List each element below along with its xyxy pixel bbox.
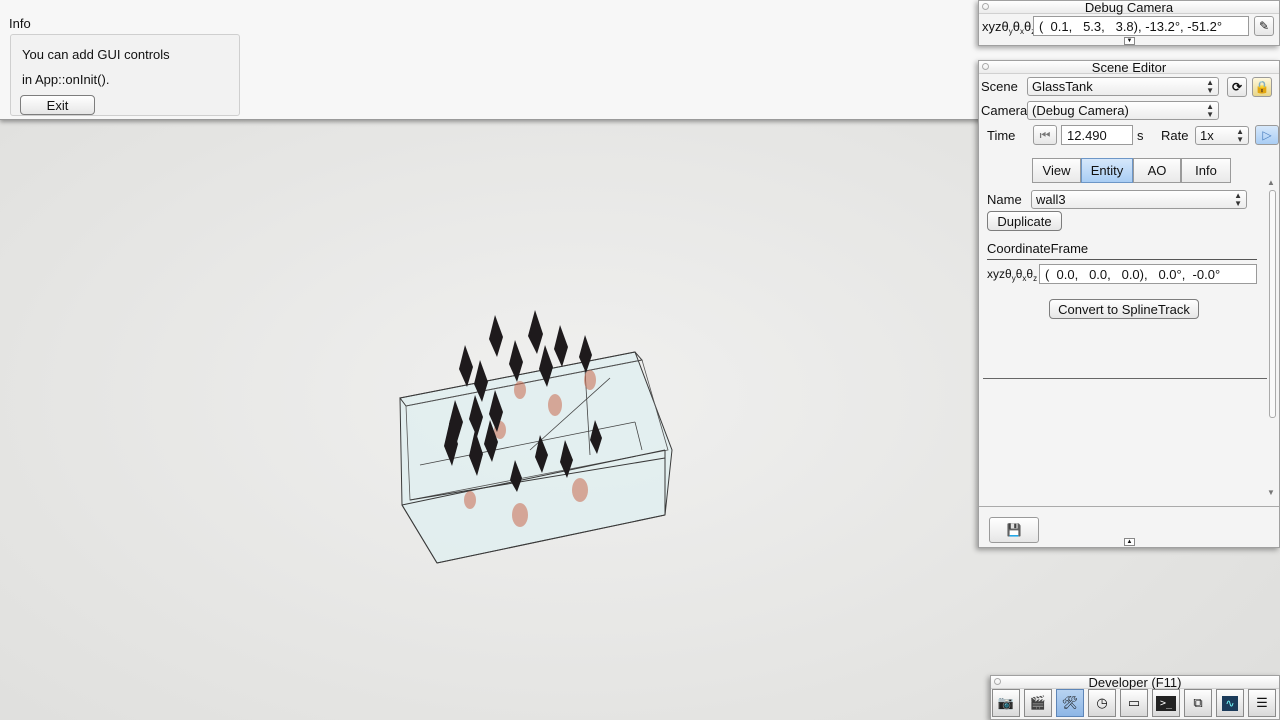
clapperboard-icon[interactable]: 🎬 bbox=[1024, 689, 1052, 717]
info-text-line1: You can add GUI controls bbox=[22, 47, 170, 62]
close-icon[interactable] bbox=[994, 678, 1001, 685]
scene-label: Scene bbox=[981, 79, 1018, 94]
camera-select[interactable]: (Debug Camera) ▲ ▼ bbox=[1027, 101, 1219, 120]
developer-title: Developer (F11) bbox=[991, 676, 1279, 689]
window-icon[interactable]: ▭ bbox=[1120, 689, 1148, 717]
rate-select[interactable]: 1x ▲ ▼ bbox=[1195, 126, 1249, 145]
time-field[interactable]: 12.490 bbox=[1061, 125, 1133, 145]
play-icon[interactable]: ▷ bbox=[1255, 125, 1279, 145]
coordinate-frame-field[interactable]: ( 0.0, 0.0, 0.0), 0.0°, -0.0° bbox=[1039, 264, 1257, 284]
terminal-icon[interactable]: >_ bbox=[1152, 689, 1180, 717]
camera-label: Camera bbox=[981, 103, 1028, 118]
close-icon[interactable] bbox=[982, 63, 989, 70]
info-pane: You can add GUI controls in App::onInit(… bbox=[10, 34, 240, 116]
bottom-divider bbox=[979, 506, 1279, 507]
tab-entity[interactable]: Entity bbox=[1081, 158, 1133, 183]
tab-ao[interactable]: AO bbox=[1133, 158, 1181, 183]
name-label: Name bbox=[987, 192, 1022, 207]
exit-button[interactable]: Exit bbox=[20, 95, 95, 115]
save-icon[interactable]: 💾 bbox=[989, 517, 1039, 543]
reload-icon[interactable]: ⟳ bbox=[1227, 77, 1247, 97]
info-title: Info bbox=[9, 16, 31, 31]
pane-bottom-divider bbox=[983, 378, 1267, 379]
rate-label: Rate bbox=[1161, 128, 1189, 143]
time-label: Time bbox=[987, 128, 1016, 143]
frame-xyz-label: xyzθyθxθz bbox=[987, 267, 1038, 283]
camera-xyz-label: xyzθyθxθz bbox=[982, 19, 1035, 36]
camera-icon[interactable]: 📷 bbox=[992, 689, 1020, 717]
debug-camera-title: Debug Camera bbox=[979, 1, 1279, 14]
camera-position-field[interactable]: ( 0.1, 5.3, 3.8), -13.2°, -51.2° bbox=[1033, 16, 1249, 36]
log-icon[interactable]: ☰ bbox=[1248, 689, 1276, 717]
divider bbox=[987, 259, 1257, 260]
close-icon[interactable] bbox=[982, 3, 989, 10]
scene-viewport bbox=[399, 310, 673, 564]
tab-info[interactable]: Info bbox=[1181, 158, 1231, 183]
scrollbar-thumb[interactable] bbox=[1269, 190, 1276, 418]
speedometer-icon[interactable]: ◷ bbox=[1088, 689, 1116, 717]
rewind-icon[interactable]: ⏮ bbox=[1033, 125, 1057, 145]
info-text-line2: in App::onInit(). bbox=[22, 72, 110, 87]
edit-icon[interactable]: ✎ bbox=[1254, 16, 1274, 36]
entity-name-select[interactable]: wall3 ▲ ▼ bbox=[1031, 190, 1247, 209]
profiler-icon[interactable]: ∿ bbox=[1216, 689, 1244, 717]
scene-editor-window: Scene Editor Scene GlassTank ▲ ▼ ⟳ 🔒 Camer… bbox=[978, 60, 1280, 548]
convert-to-splinetrack-button[interactable]: Convert to SplineTrack bbox=[1049, 299, 1199, 319]
duplicate-button[interactable]: Duplicate bbox=[987, 211, 1062, 231]
debug-camera-window: Debug Camera xyzθyθxθz ( 0.1, 5.3, 3.8),… bbox=[978, 0, 1280, 46]
tab-view[interactable]: View bbox=[1032, 158, 1081, 183]
scrollbar[interactable]: ▲ ▼ bbox=[1267, 178, 1278, 501]
expand-arrow-icon[interactable]: ▼ bbox=[1124, 37, 1135, 45]
coordinate-frame-label: CoordinateFrame bbox=[987, 241, 1089, 256]
collapse-arrow-icon[interactable]: ▲ bbox=[1124, 538, 1135, 546]
tools-icon[interactable]: 🛠 bbox=[1056, 689, 1084, 717]
time-unit: s bbox=[1137, 128, 1144, 143]
scene-icon[interactable]: ⧉ bbox=[1184, 689, 1212, 717]
scene-editor-title: Scene Editor bbox=[979, 61, 1279, 74]
scene-select[interactable]: GlassTank ▲ ▼ bbox=[1027, 77, 1219, 96]
lock-icon[interactable]: 🔒 bbox=[1252, 77, 1272, 97]
